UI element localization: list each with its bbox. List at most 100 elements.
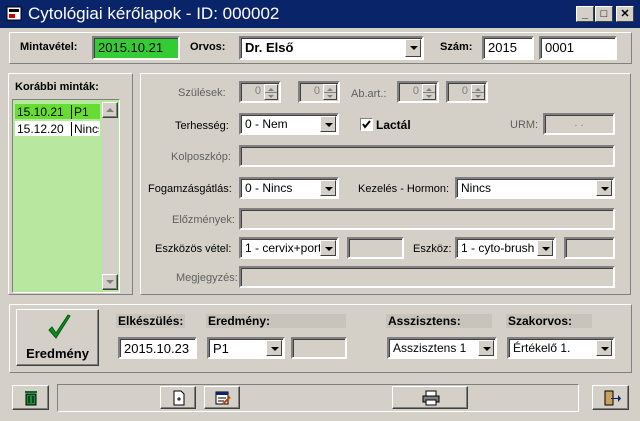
contraception-value: 0 - Nincs	[245, 181, 293, 195]
assistant-label: Asszisztens:	[386, 314, 492, 328]
note-label: Megjegyzés:	[176, 272, 238, 284]
assistant-select[interactable]: Asszisztens 1	[387, 337, 497, 359]
number-seq-field[interactable]: 0001	[539, 36, 617, 60]
history-label: Előzmények:	[172, 214, 235, 226]
result-label: Eredmény:	[206, 314, 346, 328]
toolbar-panel	[57, 384, 579, 412]
treatment-label: Kezelés - Hormon:	[358, 183, 450, 195]
number-label: Szám:	[440, 41, 473, 53]
urm-label: URM:	[510, 119, 539, 131]
colposcope-label: Kolposzkóp:	[171, 151, 231, 163]
specialist-dropdown-icon[interactable]	[596, 340, 612, 356]
title-bar: Cytológiai kérőlapok - ID: 000002 _ □ ✕	[0, 0, 640, 28]
delete-button[interactable]	[12, 385, 49, 410]
instrument-sampling-extra-field[interactable]	[347, 237, 404, 259]
instrument-label: Eszköz:	[413, 243, 452, 255]
instrument-extra-field[interactable]	[564, 237, 615, 259]
spin-icon[interactable]	[264, 84, 278, 100]
colposcope-field[interactable]	[239, 145, 615, 167]
list-item-code: P1	[71, 105, 89, 119]
new-document-button[interactable]	[160, 386, 196, 409]
births-a-value: 0	[254, 85, 261, 97]
doctor-value: Dr. Első	[245, 40, 294, 55]
check-icon	[362, 120, 371, 129]
abort-spinner-b[interactable]: 0	[446, 81, 488, 103]
births-b-value: 0	[313, 85, 320, 97]
specialist-select[interactable]: Értékelő 1.	[507, 337, 615, 359]
result-button[interactable]: Eredmény	[16, 309, 99, 366]
result-dropdown-icon[interactable]	[266, 340, 282, 356]
specialist-label: Szakorvos:	[506, 314, 592, 328]
assistant-dropdown-icon[interactable]	[478, 340, 494, 356]
new-document-icon	[173, 390, 185, 406]
instrument-sampling-select[interactable]: 1 - cervix+port	[239, 237, 339, 259]
minimize-button[interactable]: _	[576, 6, 594, 22]
spin-icon[interactable]	[323, 84, 337, 100]
previous-samples-list[interactable]: 15.10.21 P1 15.12.20 Nincs	[12, 99, 120, 293]
treatment-value: Nincs	[461, 181, 492, 195]
specialist-value: Értékelő 1.	[513, 341, 571, 355]
note-field[interactable]	[239, 266, 615, 288]
abort-b-value: 0	[461, 85, 468, 97]
abort-label: Ab.art.:	[351, 88, 387, 100]
births-label: Szülések:	[178, 87, 226, 99]
list-item-code: Nincs	[71, 122, 99, 136]
number-year-field[interactable]: 2015	[482, 36, 534, 60]
doctor-label: Orvos:	[190, 41, 226, 53]
list-item-date: 15.10.21	[17, 105, 64, 119]
scroll-down-icon[interactable]	[102, 274, 118, 290]
previous-samples-label: Korábbi minták:	[15, 81, 99, 93]
list-row-selected[interactable]: 15.10.21 P1	[15, 104, 100, 119]
instrument-sampling-label: Eszközös vétel:	[155, 243, 232, 255]
contraception-select[interactable]: 0 - Nincs	[239, 177, 339, 199]
pregnancy-select[interactable]: 0 - Nem	[239, 113, 339, 135]
trash-icon	[25, 391, 37, 406]
births-spinner-a[interactable]: 0	[239, 81, 281, 103]
treatment-dropdown-icon[interactable]	[596, 180, 612, 196]
abort-a-value: 0	[412, 85, 419, 97]
lactal-label: Lactál	[376, 118, 411, 132]
pregnancy-value: 0 - Nem	[245, 117, 288, 131]
result-button-label: Eredmény	[26, 346, 89, 361]
completed-label: Elkészülés:	[116, 314, 186, 328]
treatment-select[interactable]: Nincs	[455, 177, 615, 199]
scroll-up-icon[interactable]	[102, 102, 118, 118]
window-title: Cytológiai kérőlapok - ID: 000002	[28, 4, 280, 23]
checkmark-icon	[48, 314, 71, 339]
contraception-label: Fogamzásgátlás:	[148, 183, 232, 195]
lactal-checkbox[interactable]	[360, 118, 373, 131]
list-scrollbar[interactable]	[102, 102, 118, 290]
sample-date-label: Mintavétel:	[20, 41, 78, 53]
history-field[interactable]	[239, 208, 615, 230]
list-row[interactable]: 15.12.20 Nincs	[15, 121, 100, 136]
abort-spinner-a[interactable]: 0	[397, 81, 439, 103]
print-button[interactable]	[392, 386, 468, 409]
completed-field[interactable]: 2015.10.23	[118, 337, 197, 359]
close-button[interactable]: ✕	[616, 6, 634, 22]
list-item-date: 15.12.20	[17, 122, 64, 136]
contraception-dropdown-icon[interactable]	[320, 180, 336, 196]
exit-button[interactable]	[592, 385, 629, 410]
doctor-select[interactable]: Dr. Első	[239, 36, 424, 60]
assistant-value: Asszisztens 1	[393, 341, 467, 355]
result-select[interactable]: P1	[207, 337, 285, 359]
instrument-sampling-dropdown-icon[interactable]	[320, 240, 336, 256]
spin-icon[interactable]	[471, 84, 485, 100]
doctor-dropdown-icon[interactable]	[405, 39, 421, 57]
urm-field[interactable]: . .	[543, 113, 615, 135]
edit-button[interactable]	[204, 386, 240, 409]
printer-icon	[422, 390, 440, 406]
maximize-button[interactable]: □	[595, 6, 613, 22]
result-value: P1	[213, 341, 229, 356]
spin-icon[interactable]	[422, 84, 436, 100]
edit-icon	[215, 391, 231, 405]
pregnancy-dropdown-icon[interactable]	[320, 116, 336, 132]
instrument-dropdown-icon[interactable]	[537, 240, 553, 256]
sample-date-field[interactable]: 2015.10.21	[92, 36, 180, 60]
instrument-select[interactable]: 1 - cyto-brush	[455, 237, 556, 259]
instrument-sampling-value: 1 - cervix+port	[245, 241, 322, 255]
result-extra-field[interactable]	[291, 337, 347, 359]
births-spinner-b[interactable]: 0	[298, 81, 340, 103]
instrument-value: 1 - cyto-brush	[461, 241, 535, 255]
exit-icon	[604, 390, 621, 406]
